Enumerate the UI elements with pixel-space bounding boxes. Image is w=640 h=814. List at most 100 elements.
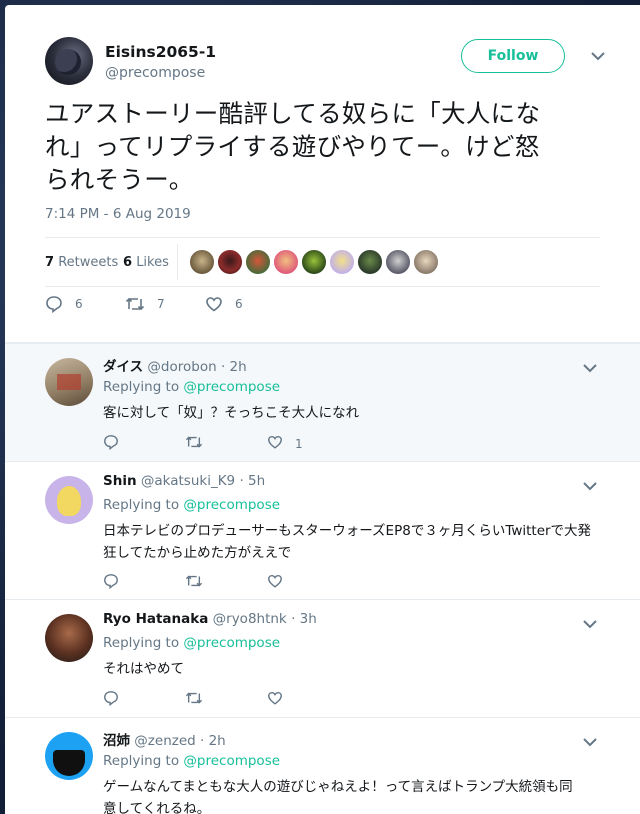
avatar-detail: [57, 374, 81, 390]
retweet-action[interactable]: [185, 434, 203, 453]
reply-item[interactable]: Ryo Hatanaka @ryo8htnk · 3h Replying to …: [5, 600, 640, 718]
reply-time[interactable]: · 2h: [200, 733, 226, 749]
like-action[interactable]: [267, 690, 283, 709]
liker-avatar[interactable]: [273, 249, 299, 275]
retweet-icon: [185, 690, 203, 709]
reply-author-name[interactable]: Shin: [103, 473, 137, 489]
liker-avatar[interactable]: [189, 249, 215, 275]
reply-text: 客に対して「奴」？そっちこそ大人になれ: [103, 405, 360, 421]
reply-icon: [103, 573, 119, 592]
retweet-icon: [185, 434, 203, 453]
liker-avatar[interactable]: [385, 249, 411, 275]
reply-item[interactable]: 沼姉 @zenzed · 2h Replying to @precompose …: [5, 718, 640, 814]
retweet-icon: [185, 573, 203, 592]
tweet-text: ユアストーリー酷評してる奴らに「大人にな れ」ってリプライする遊びやりてー。けど…: [45, 99, 541, 194]
reply-author-name[interactable]: 沼姉: [103, 733, 130, 749]
retweet-action[interactable]: 7: [125, 295, 165, 313]
like-count: 1: [295, 436, 303, 451]
tweet-stats: 7 Retweets 6 Likes: [45, 237, 600, 287]
reply-actions: 1: [103, 434, 403, 454]
author-handle[interactable]: @precompose: [105, 65, 205, 81]
tweet-modal: Eisins2065-1 @precompose Follow ユアストーリー酷…: [5, 5, 640, 814]
reply-action[interactable]: [103, 573, 119, 592]
reply-time[interactable]: · 2h: [221, 359, 247, 375]
reply-text: 日本テレビのプロデューサーもスターウォーズEP8で３ヶ月くらいTwitterで大…: [103, 523, 592, 561]
chevron-down-icon[interactable]: [591, 51, 605, 65]
like-action[interactable]: 1: [267, 434, 303, 453]
likes-count: 6: [123, 255, 133, 270]
retweet-icon: [125, 295, 145, 313]
reply-author-name[interactable]: ダイス: [103, 359, 143, 375]
reply-author-handle[interactable]: @akatsuki_K9: [141, 473, 235, 489]
retweets-label: Retweets: [58, 255, 119, 270]
heart-icon: [267, 690, 283, 709]
retweet-action[interactable]: [185, 573, 203, 592]
reply-action[interactable]: [103, 434, 119, 453]
reply-count: 6: [75, 297, 83, 311]
reply-text: ゲームなんてまともな大人の遊びじゃねえよ！って言えばトランプ大統領も同 意してく…: [103, 779, 573, 814]
mention-link[interactable]: @precompose: [183, 753, 280, 769]
avatar[interactable]: [45, 476, 93, 524]
liker-avatar[interactable]: [301, 249, 327, 275]
reply-author-handle[interactable]: @ryo8htnk: [213, 611, 287, 627]
chevron-down-icon[interactable]: [583, 476, 597, 495]
follow-button[interactable]: Follow: [461, 39, 565, 73]
avatar-detail: [53, 750, 85, 776]
heart-icon: [267, 434, 283, 453]
replying-to: Replying to @precompose: [103, 497, 280, 513]
reply-author-name[interactable]: Ryo Hatanaka: [103, 611, 208, 627]
reply-time[interactable]: · 3h: [291, 611, 317, 627]
reply-header: 沼姉 @zenzed · 2h: [103, 729, 226, 749]
liker-avatar[interactable]: [413, 249, 439, 275]
retweets-stat[interactable]: 7 Retweets: [45, 255, 118, 270]
tweet-actions: 6 7 6: [45, 293, 345, 317]
reply-item[interactable]: Shin @akatsuki_K9 · 5h Replying to @prec…: [5, 462, 640, 600]
stats-divider: [177, 244, 178, 280]
reply-icon: [103, 434, 119, 453]
avatar[interactable]: [45, 614, 93, 662]
chevron-down-icon[interactable]: [583, 614, 597, 633]
retweet-action[interactable]: [185, 690, 203, 709]
heart-icon: [205, 295, 223, 313]
reply-author-handle[interactable]: @zenzed: [134, 733, 195, 749]
tweet-timestamp[interactable]: 7:14 PM - 6 Aug 2019: [45, 206, 191, 222]
replying-label: Replying to: [103, 753, 180, 769]
likes-stat[interactable]: 6 Likes: [123, 255, 169, 270]
reply-icon: [103, 690, 119, 709]
chevron-down-icon[interactable]: [583, 732, 597, 751]
mention-link[interactable]: @precompose: [183, 635, 280, 651]
reply-action[interactable]: [103, 690, 119, 709]
reply-actions: [103, 573, 403, 593]
liker-avatar[interactable]: [245, 249, 271, 275]
avatar[interactable]: [45, 732, 93, 780]
likes-label: Likes: [136, 255, 169, 270]
retweets-count: 7: [45, 255, 55, 270]
like-action[interactable]: 6: [205, 295, 243, 313]
reply-header: ダイス @dorobon · 2h: [103, 355, 247, 375]
liker-avatar[interactable]: [217, 249, 243, 275]
reply-time[interactable]: · 5h: [239, 473, 265, 489]
reply-text: それはやめて: [103, 661, 184, 677]
avatar[interactable]: [45, 37, 93, 85]
mention-link[interactable]: @precompose: [183, 497, 280, 513]
reply-author-handle[interactable]: @dorobon: [147, 359, 216, 375]
chevron-down-icon[interactable]: [583, 358, 597, 377]
liker-avatar[interactable]: [329, 249, 355, 275]
reply-header: Ryo Hatanaka @ryo8htnk · 3h: [103, 611, 317, 627]
replying-to: Replying to @precompose: [103, 753, 280, 769]
avatar[interactable]: [45, 358, 93, 406]
replying-label: Replying to: [103, 497, 180, 513]
mention-link[interactable]: @precompose: [183, 379, 280, 395]
avatar-face: [55, 49, 81, 75]
reply-item[interactable]: ダイス @dorobon · 2h Replying to @precompos…: [5, 344, 640, 462]
reply-action[interactable]: 6: [45, 295, 83, 313]
reply-actions: [103, 690, 403, 710]
replying-to: Replying to @precompose: [103, 379, 280, 395]
liker-avatar[interactable]: [357, 249, 383, 275]
heart-icon: [267, 573, 283, 592]
like-action[interactable]: [267, 573, 283, 592]
replying-to: Replying to @precompose: [103, 635, 280, 651]
author-display-name[interactable]: Eisins2065-1: [105, 43, 216, 61]
avatar-detail: [57, 486, 81, 516]
replying-label: Replying to: [103, 635, 180, 651]
